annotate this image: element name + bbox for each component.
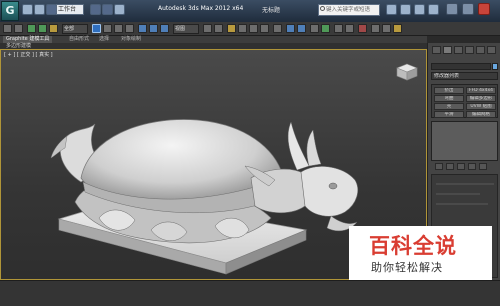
command-panel-tabs (430, 45, 499, 55)
workspace-select[interactable]: 工作台 (56, 4, 84, 15)
unlink-icon[interactable] (38, 24, 47, 33)
tab-graphite-modeling[interactable]: Graphite 建模工具 (3, 36, 53, 43)
tab-selection[interactable]: 选择 (96, 36, 112, 43)
layer-manager-icon[interactable] (310, 24, 319, 33)
graphite-toggle-icon[interactable] (321, 24, 330, 33)
info-icon[interactable] (428, 4, 439, 15)
star-icon[interactable] (400, 4, 411, 15)
make-unique-icon[interactable] (457, 163, 465, 170)
link-icon[interactable] (27, 24, 36, 33)
search-icon (320, 6, 325, 11)
render-production-icon[interactable] (393, 24, 402, 33)
open-file-icon[interactable] (34, 4, 45, 15)
modifier-button-edit-mesh[interactable]: 编辑网格 (466, 111, 496, 118)
hierarchy-panel-tab[interactable] (454, 46, 463, 54)
application-menu-button[interactable]: G (1, 1, 19, 21)
window-title: Autodesk 3ds Max 2012 x64 (158, 5, 244, 12)
rollout-divider (436, 193, 480, 195)
align-icon[interactable] (297, 24, 306, 33)
modifier-button-shell[interactable]: 壳 (434, 103, 464, 110)
main-toolbar: 全部 视图 (0, 22, 500, 36)
selection-filter-select[interactable]: 全部 (62, 24, 88, 34)
rectangular-selection-icon[interactable] (114, 24, 123, 33)
watermark-subtitle: 助你轻松解决 (371, 261, 443, 274)
project-folder-icon[interactable] (114, 4, 125, 15)
undo-tool-icon[interactable] (3, 24, 12, 33)
angle-snap-icon[interactable] (238, 24, 247, 33)
search-input[interactable]: 键入关键字或短语 (318, 4, 380, 16)
object-color-swatch[interactable] (492, 63, 498, 70)
maximize-button[interactable] (462, 3, 474, 15)
tab-object-paint[interactable]: 对象绘制 (118, 36, 144, 43)
window-crossing-icon[interactable] (125, 24, 134, 33)
show-end-result-icon[interactable] (446, 163, 454, 170)
modifier-list-dropdown[interactable]: 修改器列表 (431, 72, 498, 80)
display-panel-tab[interactable] (476, 46, 485, 54)
status-bar (0, 280, 500, 306)
modifier-button-extrude[interactable]: 挤出 (434, 87, 464, 94)
rotate-icon[interactable] (149, 24, 158, 33)
redo-tool-icon[interactable] (14, 24, 23, 33)
pivot-center-icon[interactable] (203, 24, 212, 33)
motion-panel-tab[interactable] (465, 46, 474, 54)
modify-panel-tab[interactable] (443, 46, 452, 54)
scale-icon[interactable] (160, 24, 169, 33)
tab-freeform[interactable]: 自由形式 (66, 36, 92, 43)
configure-sets-icon[interactable] (479, 163, 487, 170)
ribbon-tab-bar: Graphite 建模工具 自由形式 选择 对象绘制 (0, 36, 427, 43)
new-file-icon[interactable] (22, 4, 33, 15)
select-by-name-icon[interactable] (103, 24, 112, 33)
help-icon[interactable] (414, 4, 425, 15)
modifier-button-edit-poly[interactable]: 编辑多边形 (466, 95, 496, 102)
minimize-button[interactable] (446, 3, 458, 15)
bind-space-warp-icon[interactable] (49, 24, 58, 33)
curve-editor-icon[interactable] (334, 24, 343, 33)
select-and-manipulate-icon[interactable] (214, 24, 223, 33)
3ds-max-window: G 工作台 Autodesk 3ds Max 2012 x64 无标题 键入关键… (0, 0, 500, 306)
close-button[interactable] (478, 3, 490, 15)
pin-stack-icon[interactable] (435, 163, 443, 170)
remove-modifier-icon[interactable] (468, 163, 476, 170)
undo-icon[interactable] (90, 4, 101, 15)
spinner-snap-icon[interactable] (260, 24, 269, 33)
rollout-divider (436, 203, 488, 205)
move-icon[interactable] (138, 24, 147, 33)
binoculars-icon[interactable] (386, 4, 397, 15)
render-setup-icon[interactable] (371, 24, 380, 33)
create-panel-tab[interactable] (432, 46, 441, 54)
schematic-view-icon[interactable] (345, 24, 354, 33)
percent-snap-icon[interactable] (249, 24, 258, 33)
material-editor-icon[interactable] (358, 24, 367, 33)
rollout-divider (436, 183, 494, 185)
modifier-button-uvw-map[interactable]: UVW 贴图 (466, 103, 496, 110)
stack-controls (431, 163, 498, 171)
file-name: 无标题 (262, 7, 281, 14)
select-object-icon[interactable] (92, 24, 101, 33)
modifier-button-bend[interactable]: 弯曲 (434, 95, 464, 102)
object-name-field[interactable] (431, 63, 491, 70)
redo-icon[interactable] (102, 4, 113, 15)
mirror-icon[interactable] (286, 24, 295, 33)
modifier-button-set: 挤出 FFD 4x4x4 弯曲 编辑多边形 壳 UVW 贴图 平滑 编辑网格 (431, 84, 498, 118)
snap-toggle-icon[interactable] (227, 24, 236, 33)
modifier-stack[interactable] (431, 121, 498, 161)
reference-coordinate-select[interactable]: 视图 (173, 24, 199, 34)
utilities-panel-tab[interactable] (487, 46, 496, 54)
modifier-button-smooth[interactable]: 平滑 (434, 111, 464, 118)
rendered-frame-icon[interactable] (382, 24, 391, 33)
modifier-button-ffd[interactable]: FFD 4x4x4 (466, 87, 496, 94)
title-bar: G 工作台 Autodesk 3ds Max 2012 x64 无标题 键入关键… (0, 0, 500, 22)
watermark-title: 百科全说 (369, 234, 457, 258)
watermark-badge: 百科全说 助你轻松解决 (349, 226, 492, 282)
named-selection-icon[interactable] (273, 24, 282, 33)
